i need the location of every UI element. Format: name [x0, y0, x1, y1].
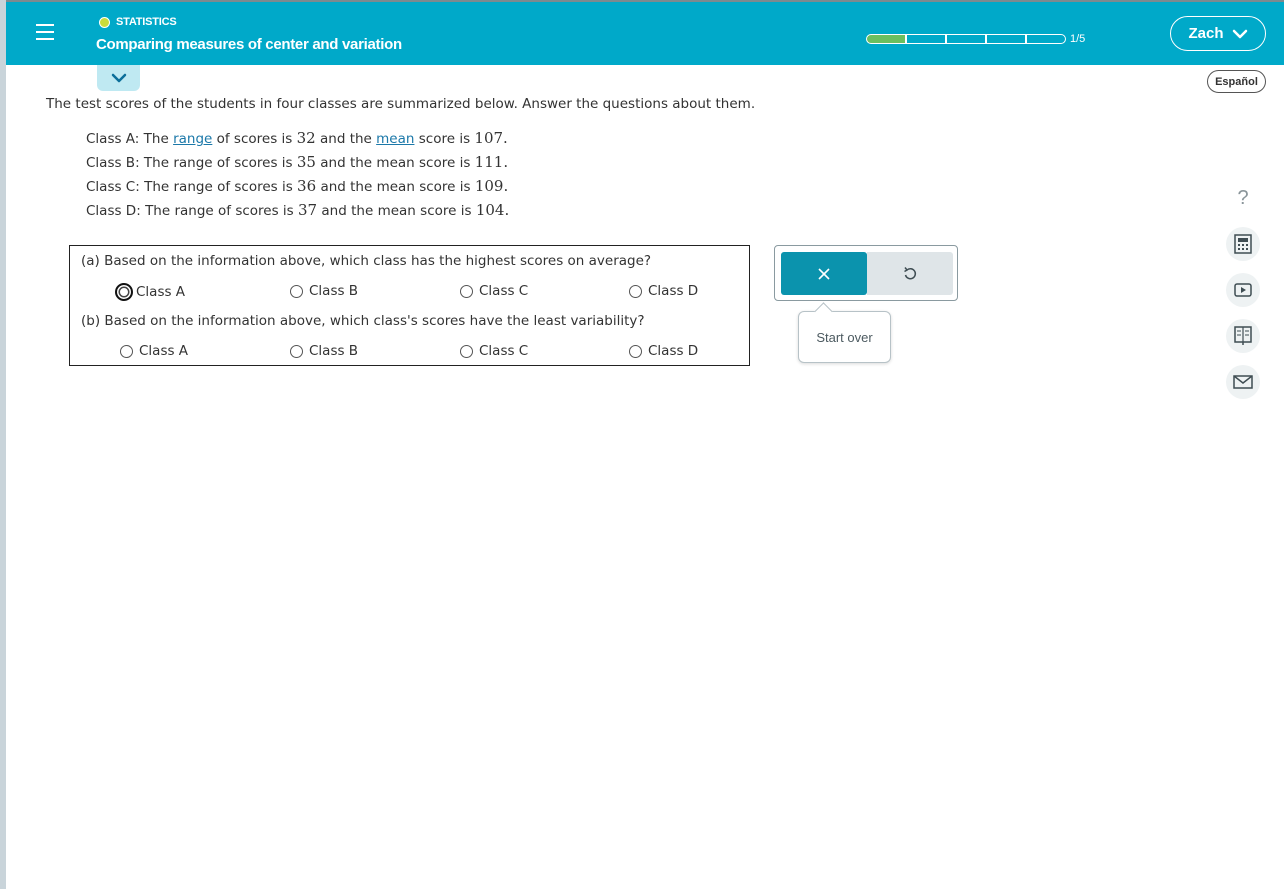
help-icon[interactable]: ? — [1226, 181, 1260, 215]
question-b-option-class-b[interactable]: Class B — [290, 343, 358, 359]
question-b-text: (b) Based on the information above, whic… — [81, 313, 645, 329]
class-summary-line: Class B: The range of scores is 35 and t… — [86, 153, 509, 171]
answer-box: (a) Based on the information above, whic… — [69, 245, 750, 366]
user-name: Zach — [1188, 25, 1224, 42]
start-over-tooltip: Start over — [798, 311, 891, 363]
topic-label: STATISTICS — [116, 16, 177, 28]
radio-button[interactable] — [290, 344, 303, 358]
radio-button[interactable] — [115, 283, 133, 301]
class-summary-list: Class A: The range of scores is 32 and t… — [86, 129, 509, 225]
question-a-text: (a) Based on the information above, whic… — [81, 253, 652, 269]
mean-value: 104 — [475, 201, 505, 219]
class-summary-line: Class A: The range of scores is 32 and t… — [86, 129, 508, 147]
chevron-down-icon — [1232, 29, 1247, 38]
question-a-option-class-b[interactable]: Class B — [290, 283, 358, 299]
clear-button[interactable] — [781, 252, 867, 295]
question-a-option-class-a[interactable]: Class A — [115, 283, 185, 301]
message-icon[interactable] — [1226, 365, 1260, 399]
topic-status-dot — [99, 16, 110, 28]
progress-text: 1/5 — [1070, 33, 1086, 45]
radio-button[interactable] — [290, 284, 303, 298]
mean-definition-link[interactable]: mean — [376, 131, 414, 147]
range-definition-link[interactable]: range — [173, 131, 212, 147]
undo-icon — [904, 266, 917, 279]
ebook-icon[interactable] — [1226, 319, 1260, 353]
close-icon — [818, 267, 830, 280]
collapse-header-button[interactable] — [97, 65, 140, 91]
progress-bar: 1/5 — [866, 33, 1085, 45]
topic-row: STATISTICS — [99, 16, 177, 28]
answer-actions — [774, 245, 958, 301]
question-b-option-class-a[interactable]: Class A — [120, 343, 188, 359]
radio-button[interactable] — [460, 284, 473, 298]
mean-value: 111 — [474, 153, 504, 171]
range-value: 32 — [296, 129, 316, 147]
question-a-option-class-c[interactable]: Class C — [460, 283, 528, 299]
progress-segment-1 — [866, 34, 906, 44]
left-rail — [0, 0, 6, 889]
video-icon[interactable] — [1226, 273, 1260, 307]
user-menu-button[interactable]: Zach — [1170, 16, 1266, 51]
menu-icon[interactable] — [36, 24, 54, 42]
radio-button[interactable] — [629, 344, 642, 358]
range-value: 36 — [297, 177, 317, 195]
question-b-option-class-d[interactable]: Class D — [629, 343, 698, 359]
range-value: 35 — [296, 153, 316, 171]
radio-button[interactable] — [120, 344, 133, 358]
chevron-down-icon — [111, 73, 126, 83]
radio-button[interactable] — [460, 344, 473, 358]
mean-value: 109 — [474, 177, 504, 195]
range-value: 37 — [298, 201, 318, 219]
class-summary-line: Class C: The range of scores is 36 and t… — [86, 177, 509, 195]
header-bar: STATISTICS Comparing measures of center … — [6, 2, 1284, 65]
language-button[interactable]: Español — [1207, 70, 1266, 93]
lesson-title: Comparing measures of center and variati… — [96, 36, 402, 53]
class-summary-line: Class D: The range of scores is 37 and t… — [86, 201, 510, 219]
problem-intro: The test scores of the students in four … — [46, 96, 756, 112]
radio-button[interactable] — [629, 284, 642, 298]
calculator-icon[interactable] — [1226, 227, 1260, 261]
progress-segment-2 — [906, 34, 946, 44]
start-over-button[interactable] — [867, 252, 953, 295]
progress-segment-4 — [986, 34, 1026, 44]
progress-segment-3 — [946, 34, 986, 44]
question-a-option-class-d[interactable]: Class D — [629, 283, 698, 299]
progress-segment-5 — [1026, 34, 1066, 44]
question-b-option-class-c[interactable]: Class C — [460, 343, 528, 359]
mean-value: 107 — [474, 129, 504, 147]
